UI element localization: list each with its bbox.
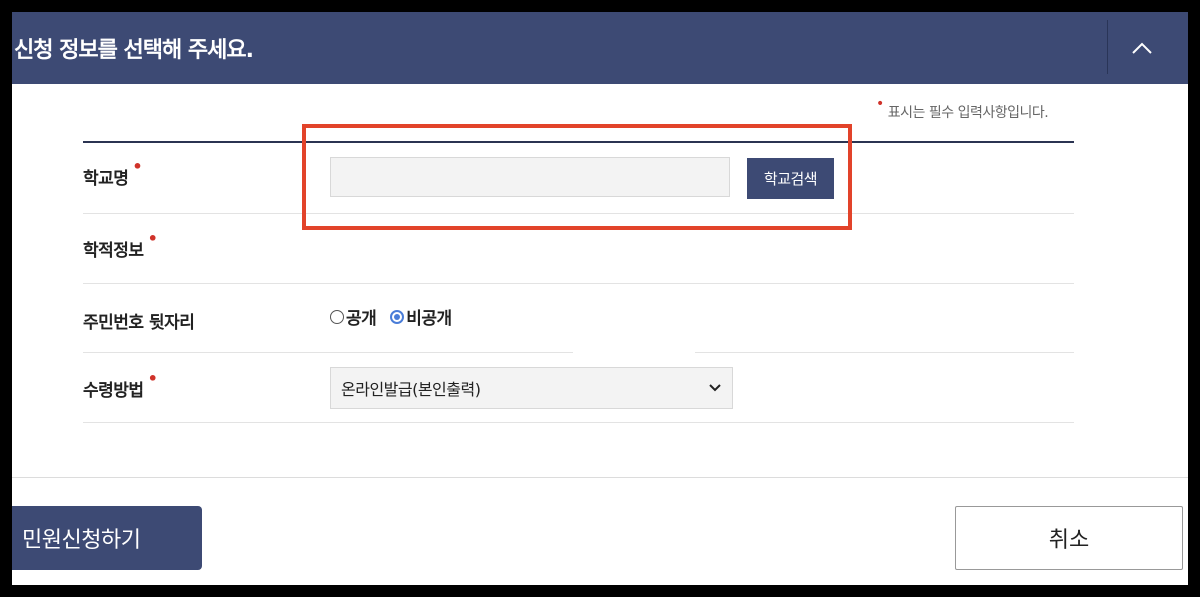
resident-number-radio-group: 공개 비공개: [330, 304, 466, 329]
submit-application-button[interactable]: 민원신청하기: [12, 506, 202, 570]
academic-info-label-text: 학적정보: [83, 241, 144, 261]
header-divider: [1107, 20, 1108, 74]
receipt-method-value: 온라인발급(본인출력): [341, 380, 481, 399]
radio-public-label[interactable]: 공개: [346, 304, 377, 329]
required-dot: •: [147, 229, 158, 248]
radio-public[interactable]: [330, 309, 344, 324]
required-notice-text: 표시는 필수 입력사항입니다.: [887, 105, 1049, 121]
radio-private-label[interactable]: 비공개: [406, 304, 452, 329]
required-dot: •: [147, 369, 158, 388]
school-label-text: 학교명: [83, 169, 129, 189]
school-name-input[interactable]: [330, 157, 730, 197]
footer-divider: [12, 477, 1188, 478]
cancel-button[interactable]: 취소: [955, 506, 1183, 570]
school-search-button[interactable]: 학교검색: [747, 158, 834, 199]
required-marker: •: [876, 96, 884, 112]
required-dot: •: [132, 157, 143, 176]
chevron-down-icon: [709, 384, 721, 392]
row-divider: [83, 213, 1074, 214]
resident-number-label: 주민번호 뒷자리: [83, 313, 195, 333]
panel-title: 신청 정보를 선택해 주세요.: [14, 38, 254, 63]
form-top-divider: [83, 141, 1074, 143]
divider-gap: [573, 351, 695, 354]
application-panel: 신청 정보를 선택해 주세요. •표시는 필수 입력사항입니다. 학교명• 학교…: [12, 12, 1188, 585]
receipt-method-label-text: 수령방법: [83, 381, 144, 401]
chevron-up-icon: [1132, 42, 1152, 54]
receipt-method-label: 수령방법•: [83, 369, 158, 401]
radio-private[interactable]: [390, 309, 405, 324]
collapse-button[interactable]: [1116, 26, 1168, 70]
row-divider: [83, 422, 1074, 423]
panel-header: 신청 정보를 선택해 주세요.: [12, 12, 1188, 84]
required-notice: •표시는 필수 입력사항입니다.: [876, 96, 1049, 122]
school-label: 학교명•: [83, 157, 143, 189]
receipt-method-select[interactable]: 온라인발급(본인출력): [330, 367, 733, 409]
academic-info-label: 학적정보•: [83, 229, 158, 261]
row-divider: [83, 283, 1074, 284]
